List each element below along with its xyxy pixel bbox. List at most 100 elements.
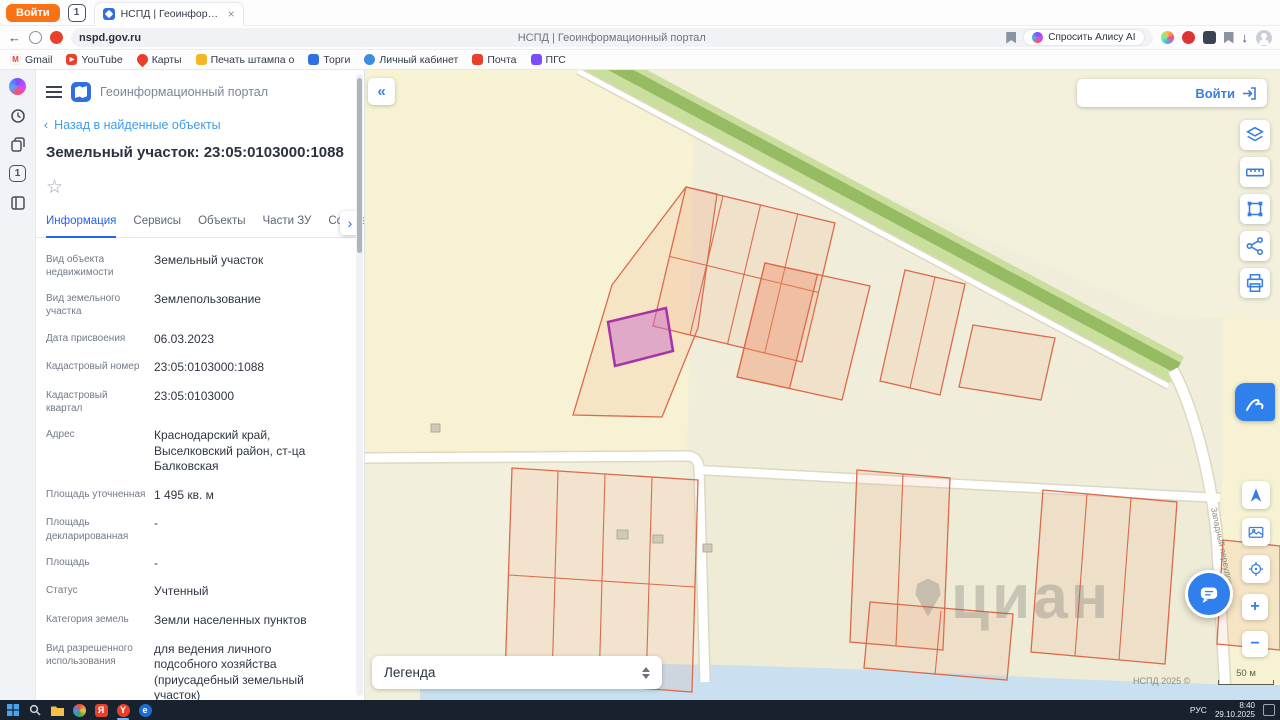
- bookmark-youtube[interactable]: ▶ YouTube: [66, 54, 123, 66]
- start-button[interactable]: [5, 702, 21, 718]
- tab-counter-badge[interactable]: 1: [67, 3, 86, 22]
- legend-dropdown[interactable]: Легенда: [372, 656, 662, 689]
- field-value: Земли населенных пунктов: [154, 613, 307, 627]
- measure-area-button[interactable]: [1240, 194, 1270, 224]
- extension-icon[interactable]: [1181, 31, 1195, 44]
- bookmark-maps[interactable]: Карты: [134, 51, 182, 68]
- folder-icon: [50, 706, 64, 716]
- language-indicator[interactable]: РУС: [1190, 705, 1207, 715]
- browser-tab[interactable]: НСПД | Геоинформационный портал ×: [93, 1, 244, 26]
- menu-hamburger-icon[interactable]: [46, 86, 62, 98]
- bookmark-gmail[interactable]: M Gmail: [10, 54, 52, 66]
- target-icon: [1248, 561, 1264, 577]
- field-value: 23:05:0103000: [154, 388, 235, 403]
- sidebar-panel-icon[interactable]: [9, 194, 26, 211]
- extension-icon[interactable]: [1202, 31, 1216, 44]
- browser-icon: [72, 703, 86, 717]
- site-login-label: Войти: [1195, 85, 1235, 101]
- page-title-text: НСПД | Геоинформационный портал: [517, 31, 706, 44]
- screen: Войти 1 НСПД | Геоинформационный портал …: [0, 0, 1280, 720]
- field-label: Вид объекта недвижимости: [46, 253, 114, 278]
- field-label: Вид земельного участка: [46, 293, 121, 318]
- clock[interactable]: 8:40 29.10.2025: [1215, 701, 1255, 719]
- search-area-button[interactable]: [1242, 555, 1270, 583]
- notification-center-icon[interactable]: [1263, 704, 1275, 716]
- panel-tabs: Информация Сервисы Объекты Части ЗУ Сост…: [36, 210, 364, 238]
- support-chat-button[interactable]: [1185, 570, 1233, 618]
- bookmark-mail[interactable]: Почта: [472, 54, 517, 66]
- scale-label: 50 м: [1236, 668, 1256, 679]
- back-icon[interactable]: ←: [8, 31, 21, 44]
- tab-information[interactable]: Информация: [46, 211, 117, 238]
- extensions-icon[interactable]: [29, 31, 42, 44]
- collections-icon[interactable]: [9, 136, 26, 153]
- site-service-icon[interactable]: [50, 31, 63, 44]
- tab-close-icon[interactable]: ×: [228, 8, 235, 20]
- panorama-mode-button[interactable]: [1235, 383, 1275, 421]
- tab-parcel-parts[interactable]: Части ЗУ: [263, 211, 312, 237]
- windows-taskbar: Я Y e РУС 8:40 29.10.2025: [0, 700, 1280, 720]
- file-explorer-button[interactable]: [49, 702, 65, 718]
- history-icon[interactable]: [9, 107, 26, 124]
- ruler-button[interactable]: [1240, 157, 1270, 187]
- portal-logo[interactable]: [71, 82, 91, 102]
- field-value: Краснодарский край, Выселковский район, …: [154, 428, 306, 474]
- omnibox[interactable]: nspd.gov.ru НСПД | Геоинформационный пор…: [71, 28, 1153, 47]
- ask-alice-button[interactable]: Спросить Алису AI: [1023, 29, 1145, 46]
- attribute-list: Вид объекта недвижимости Земельный участ…: [36, 238, 364, 700]
- object-title: Земельный участок: 23:05:0103000:1088: [46, 144, 344, 161]
- field-label: Кадастровый номер: [46, 361, 140, 373]
- zoom-in-button[interactable]: +: [1242, 594, 1268, 620]
- browser-tabstrip: Войти 1 НСПД | Геоинформационный портал …: [0, 0, 1280, 26]
- bookmark-stamp[interactable]: Печать штампа о: [195, 53, 295, 66]
- taskbar-app-ya-square[interactable]: Я: [93, 702, 109, 718]
- tab-services[interactable]: Сервисы: [133, 211, 181, 237]
- site-login-button[interactable]: Войти: [1077, 79, 1267, 107]
- zoom-out-button[interactable]: −: [1242, 631, 1268, 657]
- taskbar-app-browser[interactable]: [71, 702, 87, 718]
- taskbar-app-edge[interactable]: e: [137, 702, 153, 718]
- downloads-icon[interactable]: ↓: [1242, 31, 1249, 44]
- collapse-panel-button[interactable]: «: [368, 78, 395, 105]
- bookmark-label: Печать штампа о: [210, 53, 295, 66]
- field-label: Площадь: [46, 556, 90, 568]
- person-icon: [364, 54, 376, 65]
- browser-addressbar: ← nspd.gov.ru НСПД | Геоинформационный п…: [0, 26, 1280, 50]
- print-button[interactable]: [1240, 268, 1270, 298]
- field-row: Категория земель Земли населенных пункто…: [46, 606, 338, 635]
- field-label: Адрес: [46, 429, 75, 441]
- map-pin-icon: [134, 51, 150, 68]
- ruler-icon: [1245, 168, 1265, 177]
- pgs-icon: [530, 54, 542, 65]
- tab-objects[interactable]: Объекты: [198, 211, 245, 237]
- browser-sync-login-chip[interactable]: Войти: [6, 3, 60, 22]
- field-value: -: [154, 555, 158, 570]
- taskbar-search-button[interactable]: [27, 702, 43, 718]
- panorama-view-button[interactable]: [1242, 518, 1270, 546]
- url-text[interactable]: nspd.gov.ru: [79, 32, 141, 44]
- bookmark-label: Gmail: [25, 53, 53, 66]
- bookmark-pgs[interactable]: ПГС: [530, 54, 566, 66]
- profile-avatar[interactable]: [1256, 29, 1272, 46]
- bookmark-flag-icon[interactable]: [1006, 31, 1017, 44]
- layers-button[interactable]: [1240, 120, 1270, 150]
- field-row: Дата присвоения 06.03.2023: [46, 325, 338, 354]
- my-location-button[interactable]: [1242, 481, 1270, 509]
- back-to-results-link[interactable]: ‹ Назад в найденные объекты: [36, 110, 364, 132]
- extension-icon[interactable]: [1160, 31, 1174, 44]
- bookmark-account[interactable]: Личный кабинет: [364, 54, 458, 66]
- field-label: Кадастровый квартал: [46, 389, 108, 414]
- panel-scrollbar[interactable]: [356, 74, 363, 696]
- cadastral-map[interactable]: Западный переулок: [365, 70, 1280, 700]
- map-canvas[interactable]: Западный переулок « Войти + − Легенда ци…: [365, 70, 1280, 700]
- scrollbar-thumb[interactable]: [357, 78, 362, 253]
- share-button[interactable]: [1240, 231, 1270, 261]
- bookmarks-panel-icon[interactable]: [1223, 31, 1234, 44]
- alice-icon[interactable]: [9, 78, 26, 95]
- field-row: Вид разрешенного использования для веден…: [46, 635, 338, 700]
- tabs-panel-counter[interactable]: 1: [9, 165, 26, 182]
- bookmark-torgi[interactable]: Торги: [308, 54, 350, 66]
- field-row: Площадь -: [46, 549, 338, 578]
- taskbar-app-yandex-browser[interactable]: Y: [115, 702, 131, 720]
- favorite-star-icon[interactable]: ☆: [46, 176, 364, 199]
